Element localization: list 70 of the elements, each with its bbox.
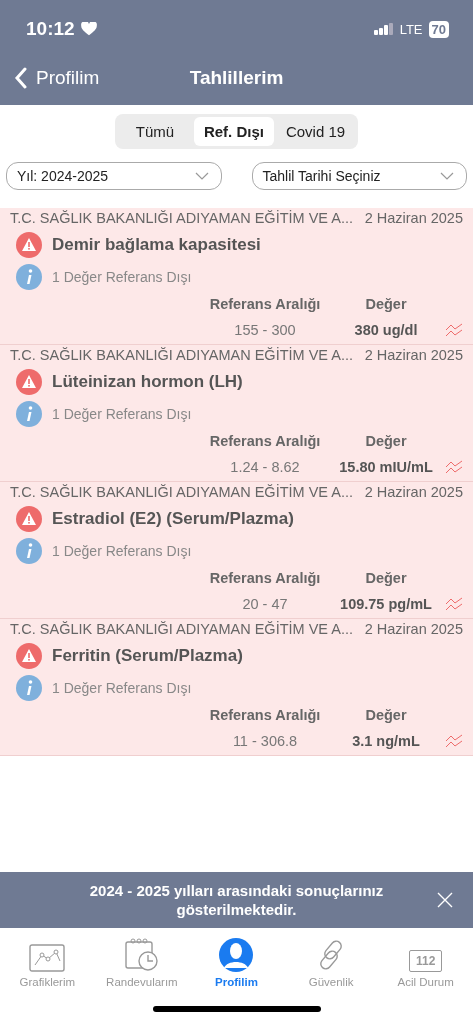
result-card[interactable]: T.C. SAĞLIK BAKANLIĞI ADIYAMAN EĞİTİM VE A... 2 Haziran 2025 Estradiol (E2) (Serum/Plazma) 1 Değer Referans Dışı Referans Aralığı Değer 20 - 47 109.75 pg/mL — [0, 482, 473, 619]
info-icon — [16, 264, 42, 290]
info-banner-text: 2024 - 2025 yılları arasındaki sonuçlarınız gösterilmektedir. — [88, 881, 385, 919]
heart-icon — [80, 22, 97, 36]
status-time: 10:12 — [26, 18, 75, 40]
out-of-range-note: 1 Değer Referans Dışı — [52, 406, 192, 422]
institution-name: T.C. SAĞLIK BAKANLIĞI ADIYAMAN EĞİTİM VE A... — [10, 621, 353, 637]
test-name: Estradiol (E2) (Serum/Plazma) — [52, 509, 294, 529]
column-label: Değer — [364, 707, 408, 723]
warning-icon — [16, 643, 42, 669]
result-value: 15.80 mIU/mL — [338, 459, 434, 475]
filter-tab[interactable]: Ref. Dışı — [193, 117, 274, 146]
signal-icon — [373, 23, 394, 35]
institution-name: T.C. SAĞLIK BAKANLIĞI ADIYAMAN EĞİTİM VE A... — [10, 347, 353, 363]
warning-icon — [16, 232, 42, 258]
institution-name: T.C. SAĞLIK BAKANLIĞI ADIYAMAN EĞİTİM VE A... — [10, 484, 353, 500]
battery-level: 70 — [428, 20, 449, 38]
column-label: Referans Aralığı — [208, 433, 322, 449]
result-card[interactable]: T.C. SAĞLIK BAKANLIĞI ADIYAMAN EĞİTİM VE A... 2 Haziran 2025 Lüteinizan hormon (LH) 1 Değer Referans Dışı Referans Aralığı Değer 1.24 - 8.62 15.80 mIU/mL — [0, 345, 473, 482]
result-date: 2 Haziran 2025 — [364, 484, 463, 500]
info-icon — [16, 675, 42, 701]
filter-tab[interactable]: Tümü — [117, 117, 192, 146]
dropdown-field[interactable]: Tahlil Tarihi Seçiniz — [251, 162, 467, 190]
network-label: LTE — [399, 21, 423, 37]
column-label: Değer — [364, 296, 408, 312]
out-of-range-note: 1 Değer Referans Dışı — [52, 269, 192, 285]
test-name: Ferritin (Serum/Plazma) — [52, 646, 243, 666]
result-date: 2 Haziran 2025 — [364, 621, 463, 637]
filter-tab[interactable]: Covid 19 — [275, 117, 356, 146]
reference-range: 11 - 306.8 — [231, 733, 299, 749]
tab-bar-item[interactable]: Profilim — [191, 934, 282, 994]
reference-range: 20 - 47 — [241, 596, 289, 612]
close-icon[interactable] — [437, 892, 453, 908]
profile-icon — [219, 938, 254, 972]
chart-icon — [29, 944, 66, 972]
warning-icon — [16, 369, 42, 395]
column-label: Değer — [364, 433, 408, 449]
back-button[interactable]: Profilim — [0, 67, 100, 89]
test-name: Demir bağlama kapasitesi — [52, 235, 261, 255]
calendar-clock-icon — [123, 938, 160, 972]
reference-range: 1.24 - 8.62 — [229, 459, 301, 475]
trend-icon[interactable] — [445, 597, 463, 611]
dropdown-field[interactable]: Yıl: 2024-2025 — [6, 162, 222, 190]
chevron-down-icon — [194, 172, 209, 180]
page-title: Tahlillerim — [189, 67, 284, 89]
result-value: 3.1 ng/mL — [351, 733, 421, 749]
result-value: 380 ug/dl — [353, 322, 419, 338]
reference-range: 155 - 300 — [233, 322, 297, 338]
emergency-number-icon: 112 — [409, 950, 443, 972]
column-label: Referans Aralığı — [208, 707, 322, 723]
result-date: 2 Haziran 2025 — [364, 210, 463, 226]
column-label: Değer — [364, 570, 408, 586]
test-name: Lüteinizan hormon (LH) — [52, 372, 243, 392]
out-of-range-note: 1 Değer Referans Dışı — [52, 543, 192, 559]
info-icon — [16, 538, 42, 564]
result-card[interactable]: T.C. SAĞLIK BAKANLIĞI ADIYAMAN EĞİTİM VE A... 2 Haziran 2025 Ferritin (Serum/Plazma) 1 Değer Referans Dışı Referans Aralığı Değer 11 - 306.8 3.1 ng/mL — [0, 619, 473, 756]
chevron-left-icon — [14, 67, 28, 89]
info-icon — [16, 401, 42, 427]
chevron-down-icon — [440, 172, 454, 180]
column-label: Referans Aralığı — [208, 570, 322, 586]
out-of-range-note: 1 Değer Referans Dışı — [52, 680, 192, 696]
column-label: Referans Aralığı — [208, 296, 322, 312]
result-value: 109.75 pg/mL — [339, 596, 433, 612]
institution-name: T.C. SAĞLIK BAKANLIĞI ADIYAMAN EĞİTİM VE A... — [10, 210, 353, 226]
result-date: 2 Haziran 2025 — [364, 347, 463, 363]
warning-icon — [16, 506, 42, 532]
result-card[interactable]: T.C. SAĞLIK BAKANLIĞI ADIYAMAN EĞİTİM VE A... 2 Haziran 2025 Demir bağlama kapasitesi 1 Değer Referans Dışı Referans Aralığı Değer 155 - 300 380 ug/dl — [0, 208, 473, 345]
trend-icon[interactable] — [445, 460, 463, 474]
trend-icon[interactable] — [445, 734, 463, 748]
trend-icon[interactable] — [445, 323, 463, 337]
